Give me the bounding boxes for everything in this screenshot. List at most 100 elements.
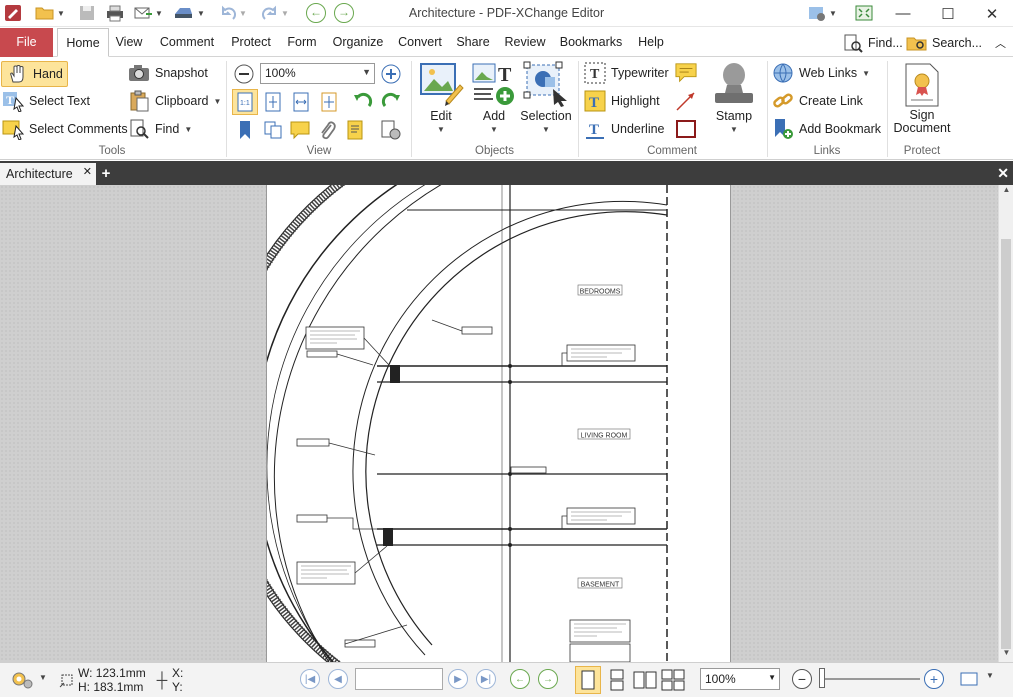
room-label-basement: BASEMENT xyxy=(581,582,620,589)
actual-size-button[interactable]: 1:1 xyxy=(232,89,258,115)
close-tab-icon[interactable]: ✕ xyxy=(83,165,92,178)
zoom-out-button[interactable] xyxy=(233,63,255,85)
previous-page-button[interactable]: ◀ xyxy=(328,669,348,689)
first-page-button[interactable]: |◀ xyxy=(300,669,320,689)
rotate-right-button[interactable] xyxy=(380,91,402,113)
scrollbar-thumb[interactable] xyxy=(1001,239,1011,649)
last-page-icon: ▶| xyxy=(476,669,496,689)
fit-page-button[interactable] xyxy=(262,91,284,113)
tab-share[interactable]: Share xyxy=(454,28,492,57)
clipboard-button[interactable]: Clipboard ▼ xyxy=(128,90,221,112)
tab-convert[interactable]: Convert xyxy=(396,28,444,57)
tab-protect[interactable]: Protect xyxy=(228,28,274,57)
tab-bookmarks[interactable]: Bookmarks xyxy=(558,28,624,57)
selection-button[interactable]: Selection ▼ xyxy=(520,61,572,134)
full-screen-view-button[interactable] xyxy=(958,669,980,689)
collapse-ribbon-button[interactable]: ︿ xyxy=(995,32,1006,54)
status-zoom-in-button[interactable]: + xyxy=(924,669,944,689)
next-page-button[interactable]: ▶ xyxy=(448,669,468,689)
tab-organize[interactable]: Organize xyxy=(330,28,386,57)
tab-form[interactable]: Form xyxy=(284,28,320,57)
underline-button[interactable]: T Underline xyxy=(584,118,665,140)
select-comments-button[interactable]: Select Comments xyxy=(2,118,128,140)
rotate-left-button[interactable] xyxy=(352,91,374,113)
zoom-out-icon xyxy=(233,63,255,85)
maximize-button[interactable]: ☐ xyxy=(925,0,971,27)
bookmarks-pane-button[interactable] xyxy=(234,119,256,141)
zoom-slider-track[interactable] xyxy=(820,678,920,680)
document-tab[interactable]: Architecture ✕ xyxy=(0,163,96,185)
separator xyxy=(226,61,227,157)
select-text-button[interactable]: T Select Text xyxy=(2,90,90,112)
find-tool-button[interactable]: Find ▼ xyxy=(128,118,192,140)
tab-help[interactable]: Help xyxy=(634,28,668,57)
previous-view-button[interactable]: ← xyxy=(510,669,530,689)
sticky-note-button[interactable] xyxy=(675,62,697,84)
thumbnails-pane-button[interactable] xyxy=(262,119,284,141)
facing-continuous-layout-button[interactable] xyxy=(660,667,686,693)
status-zoom-select[interactable]: 100% ▼ xyxy=(700,668,780,690)
tab-comment[interactable]: Comment xyxy=(156,28,218,57)
next-view-button[interactable]: → xyxy=(538,669,558,689)
page-number-input[interactable] xyxy=(355,668,443,690)
typewriter-button[interactable]: T Typewriter xyxy=(584,62,669,84)
highlight-button[interactable]: T Highlight xyxy=(584,90,660,112)
rectangle-button[interactable] xyxy=(675,118,697,140)
facing-layout-button[interactable] xyxy=(632,667,658,693)
ribbon-panel: Hand T Select Text Select Comments Snaps… xyxy=(0,57,1013,160)
ribbon-tabs: File Home View Comment Protect Form Orga… xyxy=(0,28,1013,57)
view-options-dropdown-icon[interactable]: ▼ xyxy=(984,671,996,680)
zoom-slider-knob[interactable] xyxy=(819,668,825,688)
rectangle-icon xyxy=(675,118,697,140)
create-link-button[interactable]: Create Link xyxy=(772,90,863,112)
tab-review[interactable]: Review xyxy=(502,28,548,57)
tab-view[interactable]: View xyxy=(112,28,146,57)
minimize-button[interactable]: — xyxy=(880,0,926,27)
page-width: W: 123.1mm xyxy=(78,666,146,680)
tab-home[interactable]: Home xyxy=(57,28,109,57)
settings-pane-button[interactable] xyxy=(380,119,402,141)
arrow-button[interactable] xyxy=(675,90,697,112)
zoom-dropdown-icon[interactable]: ▼ xyxy=(362,67,371,77)
single-page-layout-button[interactable] xyxy=(575,666,601,694)
document-viewer[interactable]: BEDROOMS LIVING ROOM BASEMENT xyxy=(0,185,998,662)
fit-width-button[interactable] xyxy=(290,91,312,113)
hand-tool-button[interactable]: Hand xyxy=(1,61,68,87)
fit-visible-button[interactable] xyxy=(318,91,340,113)
settings-gear-icon[interactable] xyxy=(8,668,36,692)
cursor-x: X: xyxy=(172,666,184,680)
stamp-button[interactable]: Stamp ▼ xyxy=(708,61,760,134)
zoom-level-input[interactable]: 100% ▼ xyxy=(260,63,375,84)
status-zoom-out-button[interactable]: − xyxy=(792,669,812,689)
cursor-position-icon: ┼ xyxy=(156,671,168,689)
search-button[interactable]: Search... xyxy=(906,32,982,54)
add-bookmark-button[interactable]: Add Bookmark xyxy=(772,118,881,140)
scroll-up-icon[interactable]: ▲ xyxy=(999,185,1013,199)
objects-group-label: Objects xyxy=(475,145,514,157)
scroll-down-icon[interactable]: ▼ xyxy=(999,648,1013,662)
attachments-pane-button[interactable] xyxy=(316,119,338,141)
close-window-button[interactable]: ✕ xyxy=(969,0,1013,27)
properties-pane-button[interactable] xyxy=(345,119,367,141)
add-button[interactable]: T Add ▼ xyxy=(470,61,518,134)
fullscreen-icon[interactable] xyxy=(853,2,875,24)
customize-ui-icon[interactable] xyxy=(806,2,828,24)
file-tab[interactable]: File xyxy=(0,28,53,57)
comments-pane-button[interactable] xyxy=(289,119,311,141)
new-tab-button[interactable]: + xyxy=(98,166,114,182)
zoom-in-button[interactable] xyxy=(380,63,402,85)
customize-dropdown-icon[interactable]: ▼ xyxy=(828,2,838,24)
close-all-tabs-button[interactable]: ✕ xyxy=(997,165,1009,182)
edit-button[interactable]: Edit ▼ xyxy=(416,61,466,134)
last-page-button[interactable]: ▶| xyxy=(476,669,496,689)
continuous-layout-button[interactable] xyxy=(605,667,629,693)
find-button[interactable]: Find... xyxy=(842,32,903,54)
sign-document-button[interactable]: Sign Document xyxy=(892,63,952,135)
edit-image-icon xyxy=(418,61,464,107)
snapshot-button[interactable]: Snapshot xyxy=(128,62,208,84)
status-zoom-dropdown-icon[interactable]: ▼ xyxy=(768,673,776,682)
status-zoom-out-icon: − xyxy=(792,669,812,689)
web-links-button[interactable]: Web Links ▼ xyxy=(772,62,870,84)
settings-dropdown-icon[interactable]: ▼ xyxy=(38,673,48,682)
vertical-scrollbar[interactable]: ▲ ▼ xyxy=(998,185,1013,662)
